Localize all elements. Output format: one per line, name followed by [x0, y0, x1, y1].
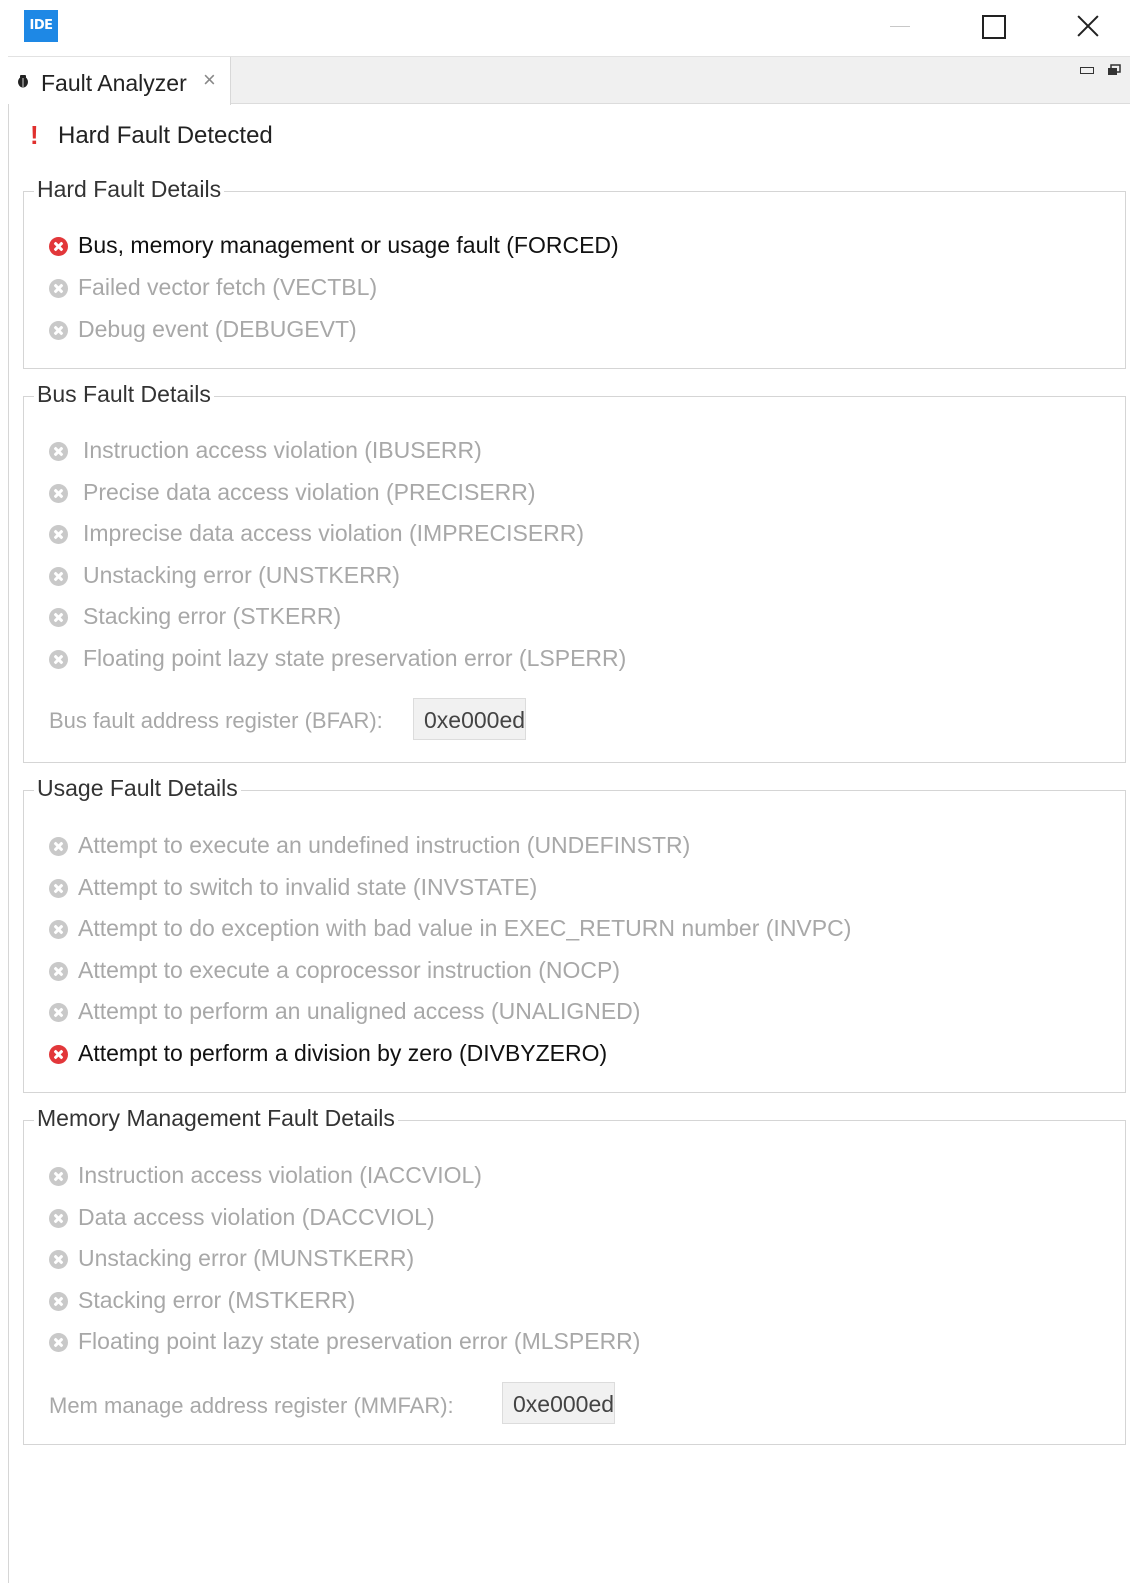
bus-fault-group: Bus Fault Details Instruction access vio… — [23, 381, 1126, 763]
error-icon — [49, 525, 68, 544]
error-icon — [49, 650, 68, 669]
bfar-field[interactable]: 0xe000ed — [413, 698, 526, 740]
error-icon — [49, 1333, 68, 1352]
error-icon — [49, 879, 68, 898]
group-label: Bus Fault Details — [34, 381, 214, 408]
error-icon — [49, 1292, 68, 1311]
error-icon — [49, 1167, 68, 1186]
error-icon — [49, 1045, 68, 1064]
maximize-icon[interactable] — [963, 6, 1023, 46]
error-icon — [49, 608, 68, 627]
title-bar: IDE — [0, 0, 1138, 56]
error-icon — [49, 1250, 68, 1269]
error-icon — [49, 442, 68, 461]
error-icon — [49, 279, 68, 298]
group-label: Hard Fault Details — [34, 176, 225, 203]
exclamation-icon: ! — [30, 120, 39, 150]
app-icon: IDE — [24, 10, 58, 42]
view-maximize-icon[interactable] — [1106, 63, 1122, 77]
tab-close-icon[interactable]: × — [203, 67, 216, 93]
bug-icon — [18, 75, 28, 88]
mmfar-field[interactable]: 0xe000ed — [502, 1382, 615, 1424]
error-icon — [49, 962, 68, 981]
mmfar-label: Mem manage address register (MMFAR): — [49, 1393, 454, 1418]
error-icon — [49, 1003, 68, 1022]
close-icon[interactable] — [1058, 6, 1118, 46]
bfar-label: Bus fault address register (BFAR): — [49, 708, 383, 733]
view-minimize-icon[interactable] — [1078, 63, 1094, 77]
mem-fault-group: Memory Management Fault Details Instruct… — [23, 1105, 1126, 1445]
usage-fault-group: Usage Fault Details Attempt to execute a… — [23, 775, 1126, 1093]
tab-fault-analyzer[interactable]: Fault Analyzer × — [8, 57, 231, 105]
fault-status-title: Hard Fault Detected — [58, 122, 273, 149]
error-icon — [49, 237, 68, 256]
error-icon — [49, 920, 68, 939]
error-icon — [49, 321, 68, 340]
group-label: Usage Fault Details — [34, 775, 241, 802]
group-label: Memory Management Fault Details — [34, 1105, 398, 1132]
hard-fault-group: Hard Fault Details Bus, memory managemen… — [23, 176, 1126, 369]
tab-label: Fault Analyzer — [41, 70, 187, 96]
error-icon — [49, 837, 68, 856]
error-icon — [49, 484, 68, 503]
error-icon — [49, 567, 68, 586]
minimize-icon[interactable] — [870, 6, 930, 46]
view-tab-strip: Fault Analyzer × — [8, 56, 1130, 105]
panel-border — [8, 104, 9, 1583]
error-icon — [49, 1209, 68, 1228]
